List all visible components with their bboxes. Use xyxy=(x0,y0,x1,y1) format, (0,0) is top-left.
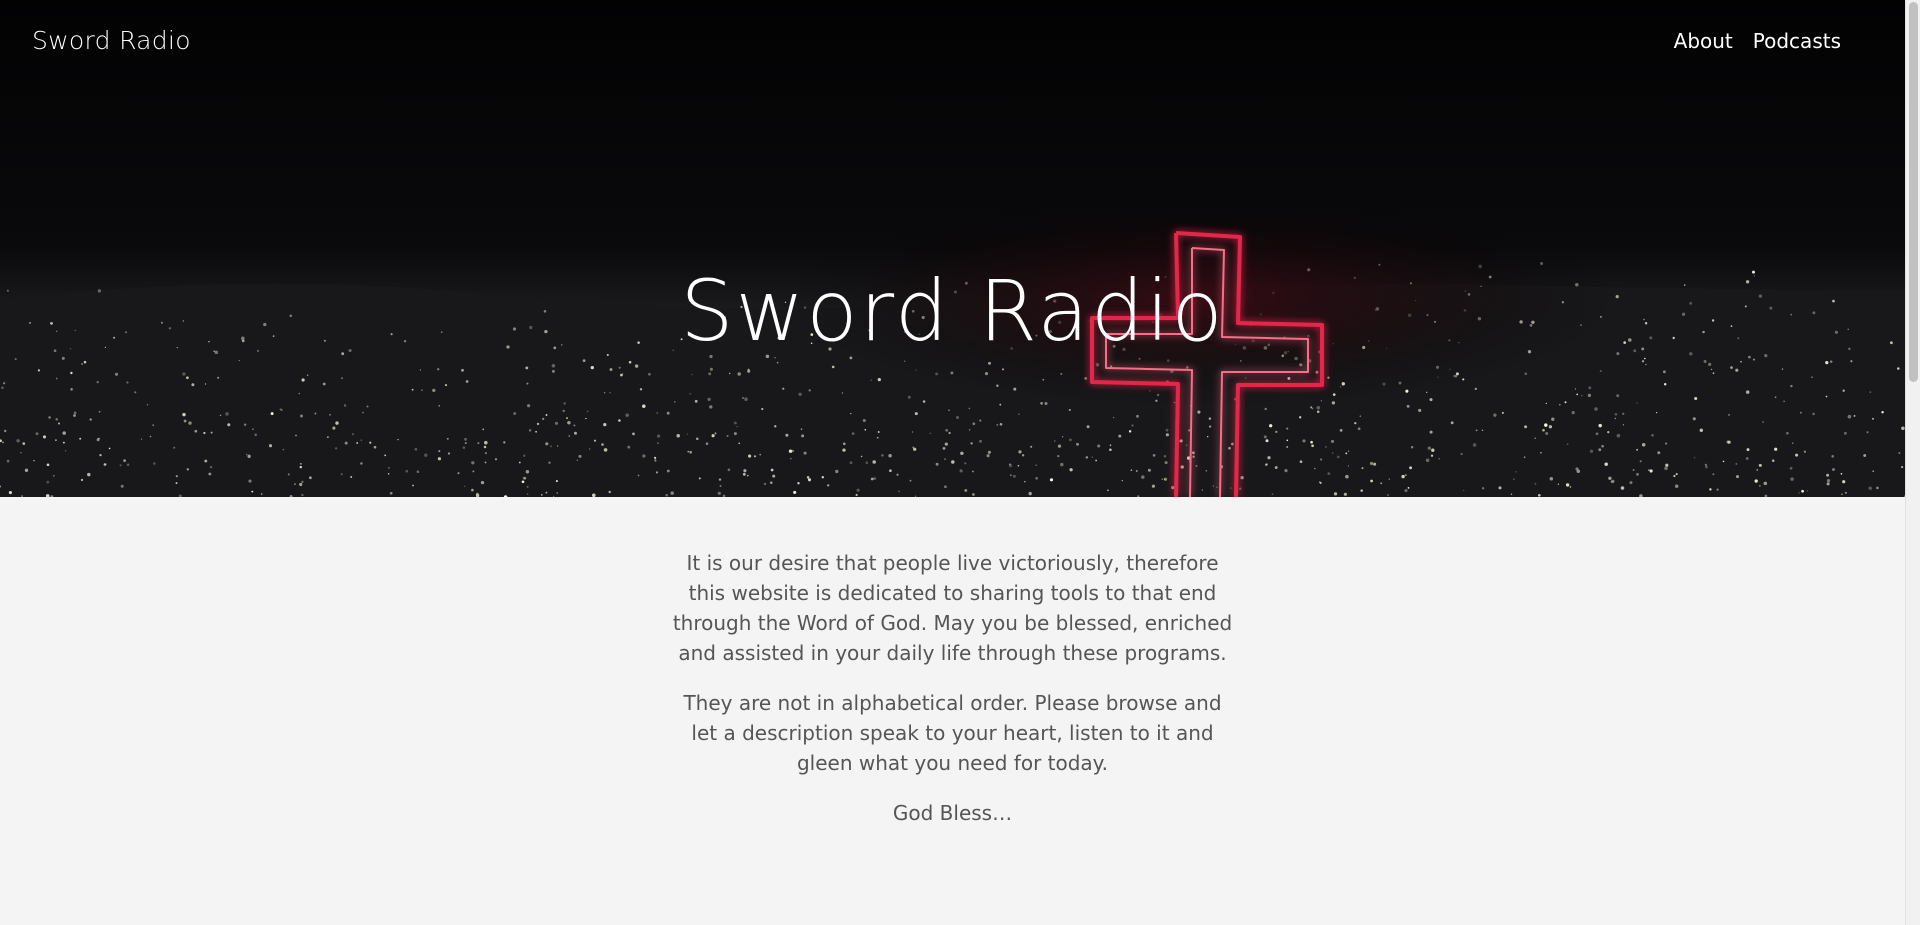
page: Sword Radio About Podcasts Sword Radio I… xyxy=(0,0,1905,925)
intro-paragraph: They are not in alphabetical order. Plea… xyxy=(683,691,1222,775)
main-nav: About Podcasts xyxy=(1674,29,1841,53)
hero-banner: Sword Radio About Podcasts Sword Radio xyxy=(0,0,1905,497)
scrollbar-thumb[interactable] xyxy=(1909,2,1918,382)
blessing-text: God Bless… xyxy=(892,801,1013,825)
nav-link-about[interactable]: About xyxy=(1674,29,1733,53)
site-title-link[interactable]: Sword Radio xyxy=(32,26,191,55)
hero-heading: Sword Radio xyxy=(680,262,1225,360)
intro-text-block: It is our desire that people live victor… xyxy=(673,497,1233,828)
intro-section: It is our desire that people live victor… xyxy=(0,497,1905,848)
nav-link-podcasts[interactable]: Podcasts xyxy=(1753,29,1841,53)
hero-background-image xyxy=(0,0,1905,497)
intro-paragraph: It is our desire that people live victor… xyxy=(672,551,1233,665)
vertical-scrollbar[interactable] xyxy=(1905,0,1920,925)
